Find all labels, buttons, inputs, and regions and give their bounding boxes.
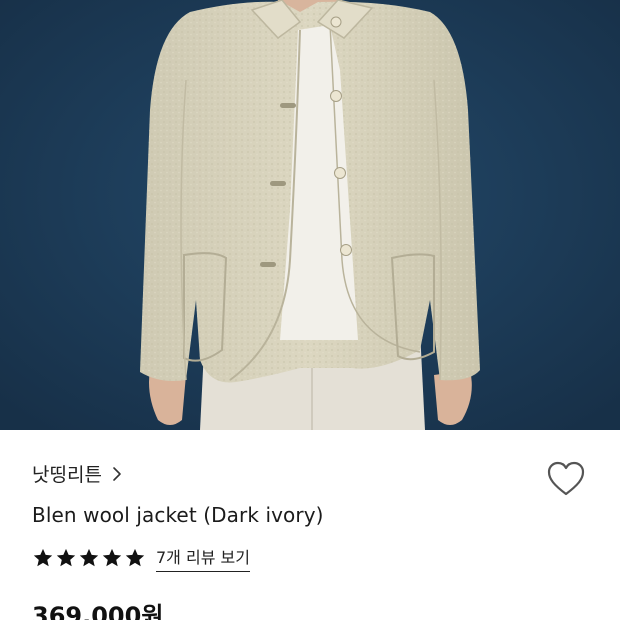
product-title: Blen wool jacket (Dark ivory) xyxy=(32,503,324,527)
chevron-right-icon xyxy=(112,466,122,482)
heart-icon[interactable] xyxy=(546,460,586,498)
star-icon xyxy=(56,548,76,567)
star-rating xyxy=(32,547,146,569)
star-icon xyxy=(79,548,99,567)
star-icon xyxy=(125,548,145,567)
product-price: 369,000원 xyxy=(32,602,164,620)
product-image xyxy=(0,0,620,430)
rating-row: 7개 리뷰 보기 xyxy=(32,544,250,572)
reviews-link[interactable]: 7개 리뷰 보기 xyxy=(156,544,250,572)
star-icon xyxy=(33,548,53,567)
star-icon xyxy=(102,548,122,567)
product-detail-page: 낫띵리튼 Blen wool jacket (Dark ivory) 7개 리뷰… xyxy=(0,0,620,620)
brand-link[interactable]: 낫띵리튼 xyxy=(32,460,122,487)
product-info: 낫띵리튼 Blen wool jacket (Dark ivory) 7개 리뷰… xyxy=(0,430,620,620)
brand-name: 낫띵리튼 xyxy=(32,464,102,486)
